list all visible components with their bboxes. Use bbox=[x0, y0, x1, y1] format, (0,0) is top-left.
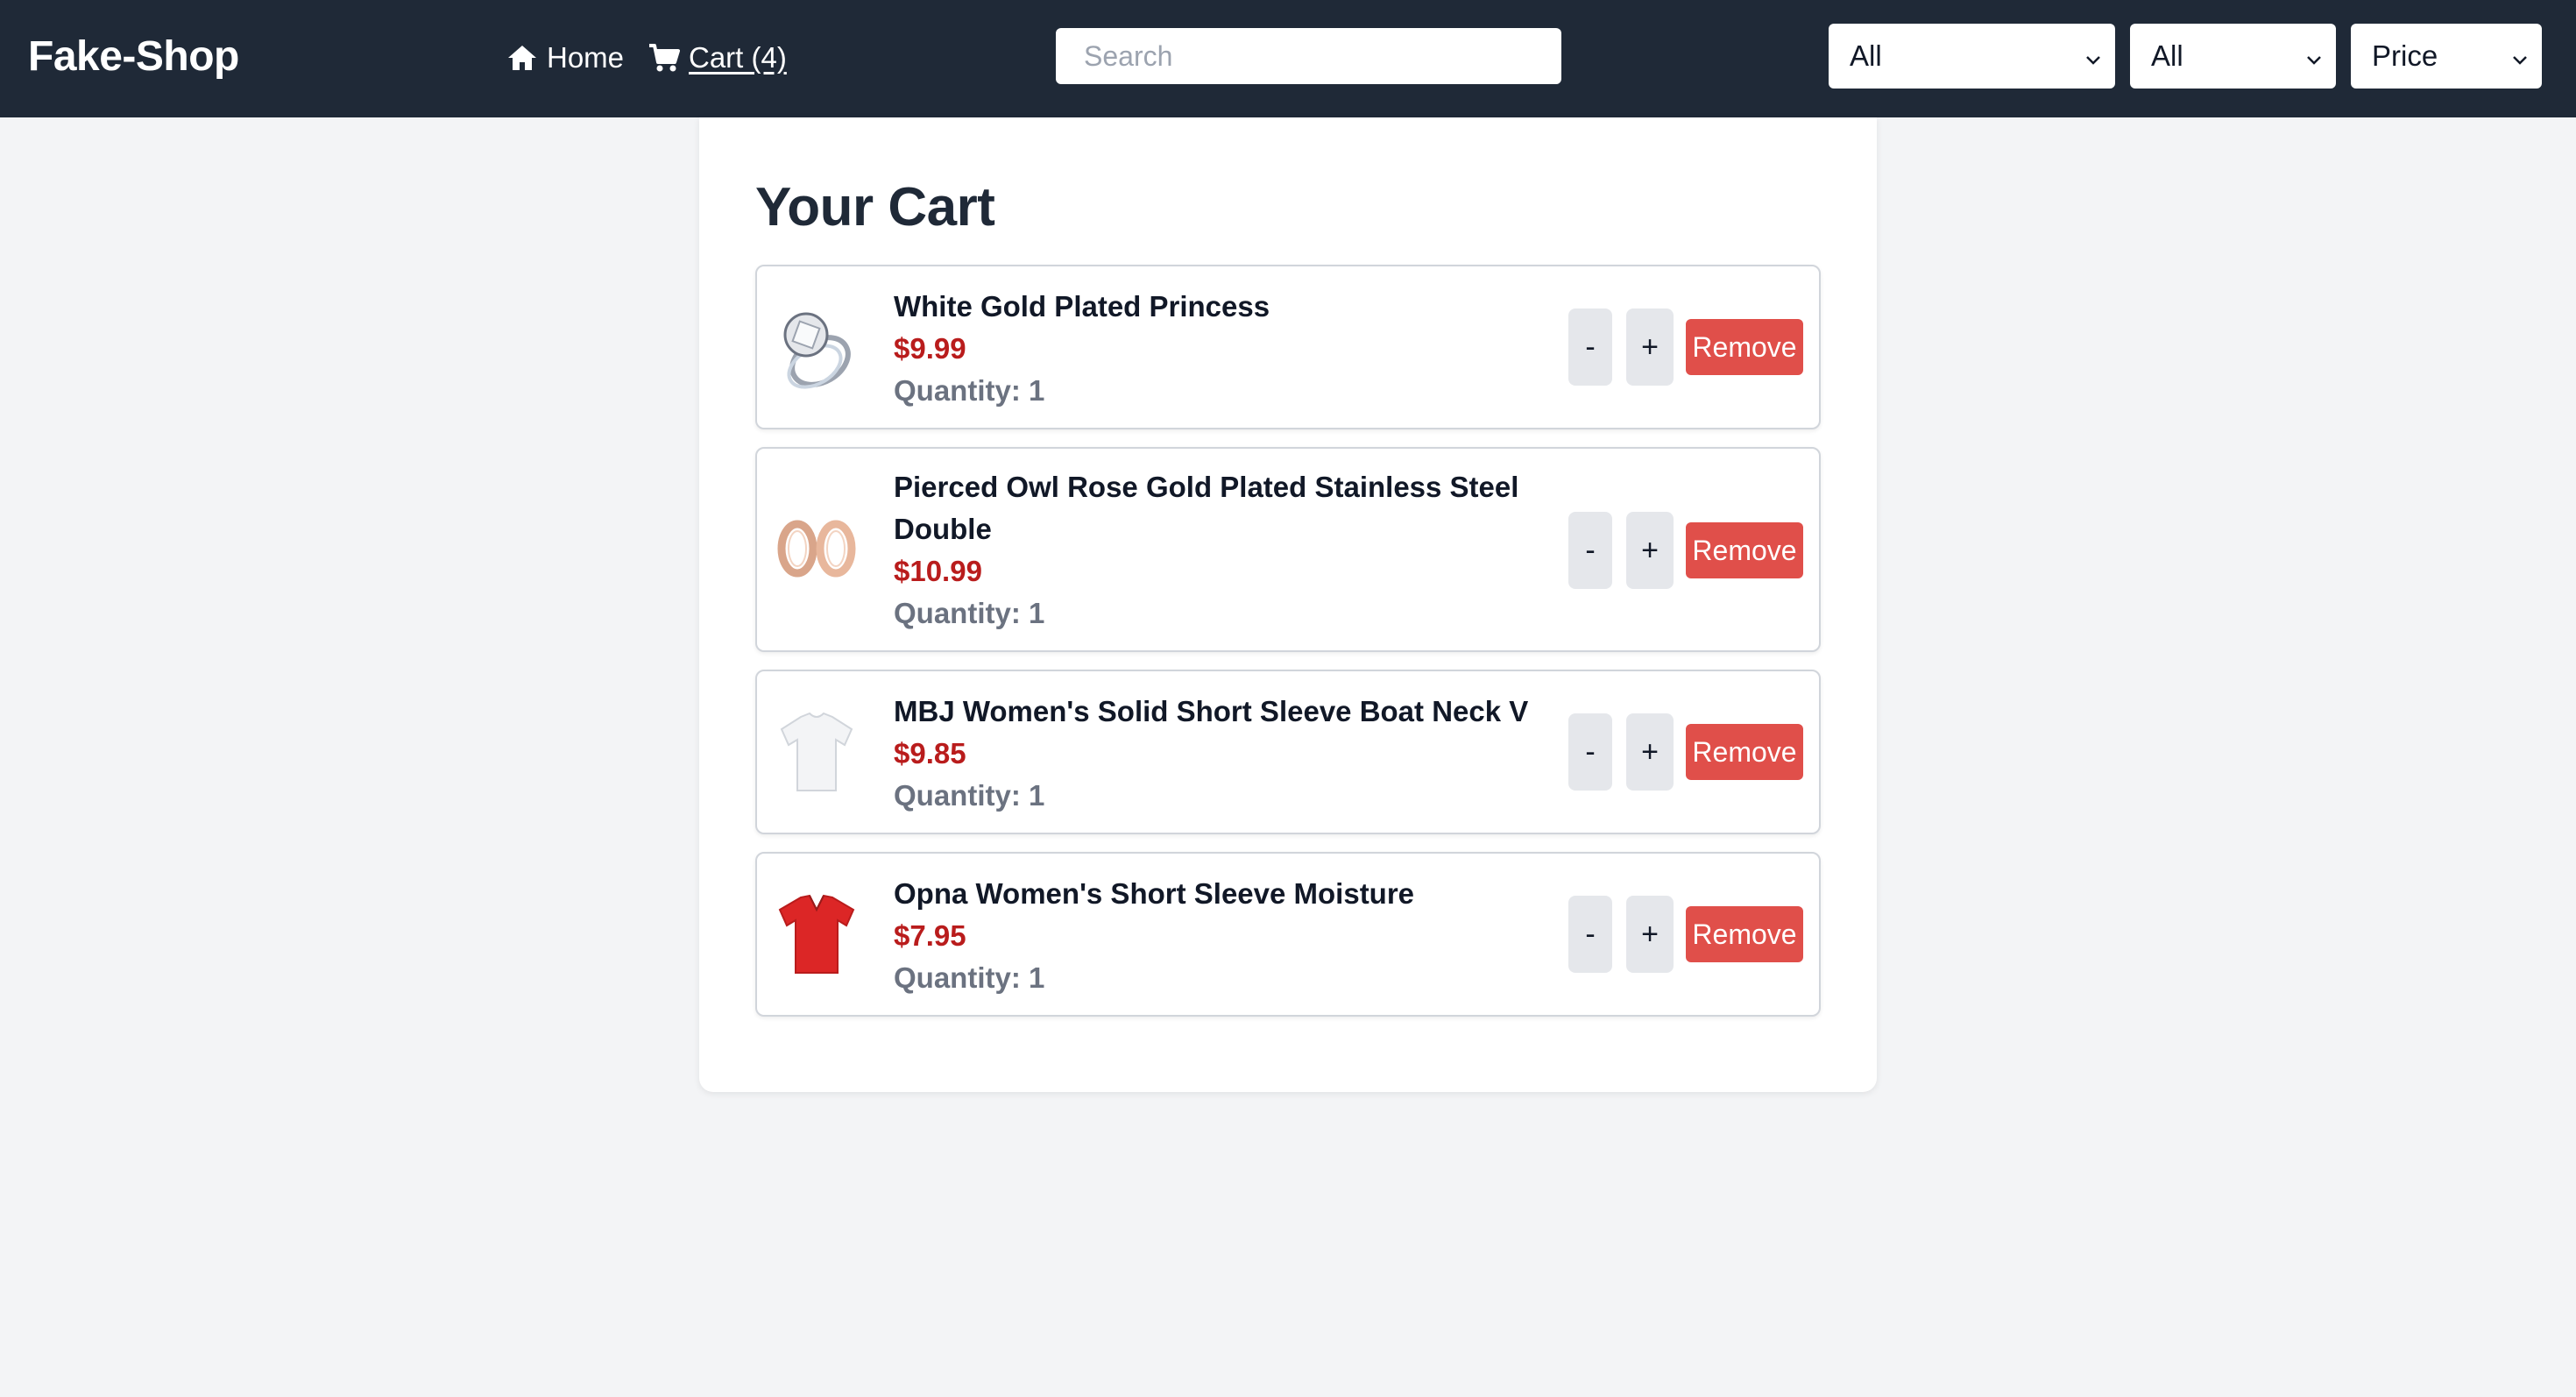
cart-item-title: Opna Women's Short Sleeve Moisture bbox=[894, 877, 1415, 910]
cart-panel: Your Cart White Gold Plated Princess $9.… bbox=[699, 117, 1877, 1092]
ring-icon bbox=[775, 305, 859, 389]
chevron-down-icon bbox=[2304, 45, 2324, 78]
cart-item-title: White Gold Plated Princess bbox=[894, 290, 1270, 323]
chevron-down-icon bbox=[2084, 45, 2103, 78]
secondary-filter-value: All bbox=[2151, 39, 2183, 72]
nav-home-link[interactable]: Home bbox=[506, 35, 624, 81]
remove-item-button[interactable]: Remove bbox=[1686, 906, 1803, 962]
rings-icon bbox=[775, 507, 859, 591]
decrease-quantity-button[interactable]: - bbox=[1568, 896, 1612, 973]
increase-quantity-button[interactable]: + bbox=[1626, 713, 1674, 791]
cart-item-price: $7.95 bbox=[894, 919, 966, 952]
increase-quantity-button[interactable]: + bbox=[1626, 308, 1674, 386]
cart-item-title: Pierced Owl Rose Gold Plated Stainless S… bbox=[894, 471, 1519, 545]
nav-cart-link[interactable]: Cart (4) bbox=[648, 35, 787, 81]
red-tshirt-icon bbox=[775, 892, 859, 976]
cart-item-quantity: Quantity: 1 bbox=[894, 961, 1045, 994]
sort-select-value: Price bbox=[2372, 39, 2438, 72]
shopping-cart-icon bbox=[648, 43, 680, 73]
chevron-down-icon bbox=[2510, 45, 2530, 78]
top-navbar: Fake-Shop Home Cart (4) All All bbox=[0, 0, 2576, 117]
category-filter-select[interactable]: All bbox=[1829, 24, 2115, 89]
search-input[interactable] bbox=[1056, 28, 1561, 84]
cart-item-quantity: Quantity: 1 bbox=[894, 374, 1045, 407]
cart-item: Opna Women's Short Sleeve Moisture $7.95… bbox=[755, 852, 1821, 1017]
cart-item-price: $9.99 bbox=[894, 332, 966, 365]
category-filter-value: All bbox=[1850, 39, 1882, 72]
cart-item-title: MBJ Women's Solid Short Sleeve Boat Neck… bbox=[894, 695, 1529, 727]
increase-quantity-button[interactable]: + bbox=[1626, 512, 1674, 589]
decrease-quantity-button[interactable]: - bbox=[1568, 713, 1612, 791]
sort-select[interactable]: Price bbox=[2351, 24, 2542, 89]
cart-item-info: Opna Women's Short Sleeve Moisture $7.95… bbox=[894, 873, 1542, 999]
cart-item: Pierced Owl Rose Gold Plated Stainless S… bbox=[755, 447, 1821, 652]
nav-cart-label: Cart (4) bbox=[689, 41, 787, 74]
brand-logo[interactable]: Fake-Shop bbox=[28, 30, 239, 84]
increase-quantity-button[interactable]: + bbox=[1626, 896, 1674, 973]
remove-item-button[interactable]: Remove bbox=[1686, 522, 1803, 578]
home-icon bbox=[506, 44, 538, 72]
decrease-quantity-button[interactable]: - bbox=[1568, 308, 1612, 386]
white-tshirt-icon bbox=[775, 710, 859, 794]
cart-item: White Gold Plated Princess $9.99 Quantit… bbox=[755, 265, 1821, 429]
secondary-filter-select[interactable]: All bbox=[2130, 24, 2336, 89]
remove-item-button[interactable]: Remove bbox=[1686, 724, 1803, 780]
cart-item-price: $9.85 bbox=[894, 737, 966, 769]
remove-item-button[interactable]: Remove bbox=[1686, 319, 1803, 375]
cart-item: MBJ Women's Solid Short Sleeve Boat Neck… bbox=[755, 670, 1821, 834]
cart-item-quantity: Quantity: 1 bbox=[894, 597, 1045, 629]
cart-item-info: Pierced Owl Rose Gold Plated Stainless S… bbox=[894, 466, 1542, 635]
page-title: Your Cart bbox=[755, 177, 995, 238]
nav-home-label: Home bbox=[547, 41, 625, 74]
cart-item-price: $10.99 bbox=[894, 555, 982, 587]
cart-item-info: MBJ Women's Solid Short Sleeve Boat Neck… bbox=[894, 691, 1542, 817]
decrease-quantity-button[interactable]: - bbox=[1568, 512, 1612, 589]
cart-item-info: White Gold Plated Princess $9.99 Quantit… bbox=[894, 286, 1542, 412]
cart-item-quantity: Quantity: 1 bbox=[894, 779, 1045, 812]
